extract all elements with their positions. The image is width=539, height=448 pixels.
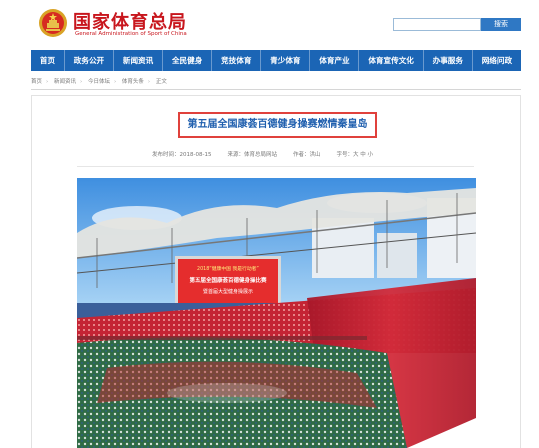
nav-item-sports-culture[interactable]: 体育宣传文化 [359, 50, 424, 71]
meta-divider [77, 166, 474, 167]
breadcrumb-separator-icon: › [147, 79, 151, 85]
nav-item-online-inquiry[interactable]: 网络问政 [473, 50, 521, 71]
nav-item-services[interactable]: 办事服务 [424, 50, 473, 71]
article-photo: 2018“健康中国 我是行动者” 第五届全国康荟百德健身操比赛 暨首届大型健身操… [77, 178, 476, 448]
site-header: 国家体育总局 General Administration of Sport o… [0, 0, 539, 47]
article-source: 来源：体育总局网站 [227, 152, 277, 158]
nav-item-news[interactable]: 新闻资讯 [114, 50, 164, 71]
breadcrumb-separator-icon: › [113, 79, 117, 85]
article-meta: 发布时间：2018-08-15 来源：体育总局网站 作者：洪山 字号：大 中 小 [152, 150, 412, 158]
breadcrumb-separator-icon: › [79, 79, 83, 85]
search-input[interactable] [393, 18, 481, 31]
font-size-selector[interactable]: 字号：大 中 小 [337, 150, 374, 158]
search-button[interactable]: 搜索 [481, 18, 521, 31]
article-author: 作者：洪山 [292, 152, 321, 158]
breadcrumb-news[interactable]: 新闻资讯 [54, 79, 76, 85]
nav-item-competitive-sports[interactable]: 竞技体育 [212, 50, 262, 71]
screen-line-3: 暨首届大型健身操展示 [203, 288, 253, 295]
national-emblem-icon[interactable] [38, 8, 68, 38]
breadcrumb-home[interactable]: 首页 [31, 79, 42, 85]
breadcrumb-headlines[interactable]: 体育头条 [122, 79, 144, 85]
breadcrumb: 首页 › 新闻资讯 › 今日体坛 › 体育头条 › 正文 [31, 77, 171, 85]
nav-item-fitness[interactable]: 全民健身 [163, 50, 213, 71]
main-nav: 首页 政务公开 新闻资讯 全民健身 竞技体育 青少体育 体育产业 体育宣传文化 … [31, 50, 521, 71]
breadcrumb-divider [31, 89, 521, 90]
article-headline: 第五届全国康荟百德健身操赛燃情秦皇岛 [187, 119, 368, 130]
breadcrumb-separator-icon: › [46, 79, 49, 85]
nav-item-youth-sports[interactable]: 青少体育 [261, 50, 311, 71]
nav-item-government-affairs[interactable]: 政务公开 [65, 50, 114, 71]
nav-item-sports-industry[interactable]: 体育产业 [310, 50, 360, 71]
nav-item-home[interactable]: 首页 [31, 50, 65, 71]
breadcrumb-today[interactable]: 今日体坛 [88, 79, 110, 85]
breadcrumb-current: 正文 [155, 79, 167, 85]
publish-time: 发布时间：2018-08-15 [152, 152, 212, 158]
screen-line-1: 2018“健康中国 我是行动者” [197, 265, 259, 272]
screen-line-2: 第五届全国康荟百德健身操比赛 [189, 276, 267, 284]
site-subtitle: General Administration of Sport of China [75, 31, 187, 37]
headline-highlight-frame: 第五届全国康荟百德健身操赛燃情秦皇岛 [178, 112, 377, 138]
